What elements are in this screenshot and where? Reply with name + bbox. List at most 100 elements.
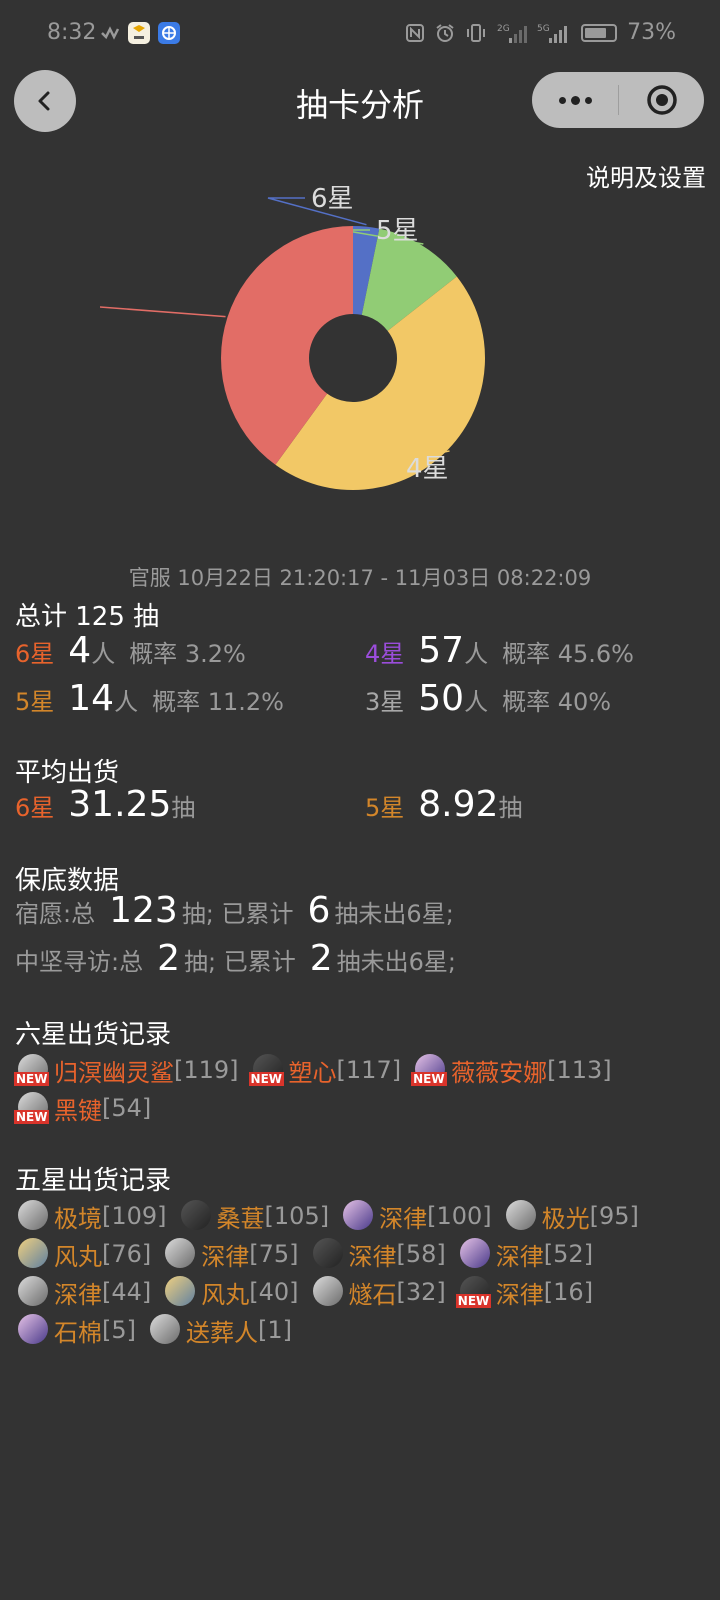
record-item: 桑葚 [105] [177,1200,329,1233]
record-item: 送葬人 [1] [146,1314,292,1347]
five-star-records-list: 极境 [109] 桑葚 [105] 深律 [100] 极光 [95] 风丸 [76] 深律 [75] 深… [14,1200,714,1347]
operator-name: 极光 [541,1204,590,1233]
average-label: 5星 [365,794,405,822]
new-badge: NEW [248,1072,285,1086]
operator-name: 归溟幽灵鲨 [54,1058,174,1087]
settings-link[interactable]: 说明及设置 [586,158,706,193]
pity-suffix: 抽未出6星; [334,900,454,928]
more-button[interactable] [532,95,618,105]
more-dot-icon [570,95,580,105]
nfc-icon [406,23,425,42]
operator-name: 深律 [495,1280,544,1309]
total-title: 总计 125 抽 [15,602,160,632]
average-5star: 5星 8.92抽 [365,784,522,825]
stat-rate: 40% [557,688,612,716]
stat-rate: 45.6% [557,640,634,668]
operator-name: 桑葚 [216,1204,265,1233]
average-value: 31.25 [68,784,172,825]
battery-icon [581,23,618,42]
stat-unit: 人 [464,688,489,716]
avatar-image [505,1200,536,1230]
record-item: 燧石 [32] [309,1276,446,1309]
status-right-icons: 2G 5G 73% [405,20,676,45]
average-value: 8.92 [418,784,499,825]
record-item: 极境 [109] [14,1200,167,1233]
pie-chart: 6星5星4星3星 [100,184,486,491]
operator-name: 风丸 [54,1242,102,1271]
average-6star: 6星 31.25抽 [15,784,195,825]
pity-mid: 抽; 已累计 [181,900,294,928]
operator-avatar [14,1314,52,1346]
operator-avatar [14,1276,52,1308]
five-star-records-title: 五星出货记录 [15,1166,172,1196]
pity-row-limited: 宿愿:总 123 抽; 已累计 6 抽未出6星; [15,890,454,931]
chinese-app-icon [128,22,150,44]
record-item: NEW 塑心 [117] [248,1054,402,1087]
operator-avatar [309,1238,347,1270]
operator-name: 深律 [54,1280,102,1309]
operator-name: 深律 [379,1204,428,1233]
operator-name: 燧石 [348,1280,397,1309]
six-star-records-list: NEW 归溟幽灵鲨 [119] NEW 塑心 [117] NEW 薇薇安娜 [113] NEW 黑键… [14,1054,714,1125]
operator-avatar [177,1200,215,1232]
stat-label: 6星 [15,640,55,668]
pull-count: [44] [102,1278,152,1306]
pull-count: [76] [102,1240,152,1268]
close-mini-program-button[interactable] [619,83,704,117]
pull-count: [100] [427,1202,492,1230]
pity-prefix: 宿愿:总 [15,900,96,928]
pull-count: [16] [543,1278,594,1306]
avatar-image [150,1314,180,1344]
avatar-image [343,1200,374,1230]
operator-avatar [456,1238,494,1270]
battery-percent: 73% [627,20,676,45]
operator-avatar: NEW [14,1092,52,1124]
avatar-image [18,1238,48,1268]
date-range: 官服 10月22日 21:20:17 - 11月03日 08:22:09 [128,566,592,590]
pity-row-standard: 中坚寻访:总 2 抽; 已累计 2 抽未出6星; [15,938,456,979]
new-badge: NEW [411,1072,447,1086]
pity-suffix: 抽未出6星; [336,948,456,976]
pull-count: [119] [174,1056,239,1084]
stat-rate: 11.2% [207,688,284,716]
pity-prefix: 中坚寻访:总 [15,948,144,976]
pity-mid: 抽; 已累计 [184,948,296,976]
battery-fill [585,27,606,38]
pie-label-line-4 [100,306,226,318]
rate-label: 概率 [129,640,178,668]
record-item: NEW 归溟幽灵鲨 [119] [14,1054,239,1087]
stat-label: 3星 [365,688,405,716]
signal-label-2: 5G [537,24,550,34]
stat-unit: 人 [464,640,489,668]
stat-count: 57 [418,630,465,671]
avatar-image [18,1200,48,1230]
record-item: 深律 [58] [309,1238,446,1271]
status-time: 8:32 [47,20,97,45]
operator-avatar [309,1276,347,1308]
pie-label-3: 4星 [406,454,449,484]
pull-count: [117] [336,1056,402,1084]
stat-6star: 6星 4人 概率 3.2% [15,630,246,671]
new-badge: NEW [455,1294,492,1308]
pull-count: [52] [543,1240,594,1268]
record-item: NEW 黑键 [54] [14,1092,151,1125]
avatar-image [180,1200,211,1230]
stat-rate: 3.2% [184,640,246,668]
record-item: 深律 [100] [339,1200,492,1233]
six-star-records-title: 六星出货记录 [15,1020,172,1050]
record-item: NEW 薇薇安娜 [113] [411,1054,612,1087]
operator-avatar: NEW [455,1276,494,1308]
operator-avatar [146,1314,184,1346]
stat-count: 50 [418,678,465,719]
operator-avatar [161,1238,199,1270]
pull-count: [113] [547,1056,612,1084]
avatar-image [312,1276,343,1306]
stat-5star: 5星 14人 概率 11.2% [15,678,284,719]
mini-program-capsule [532,72,704,128]
pull-count: [40] [249,1278,299,1306]
average-unit: 抽 [171,794,196,822]
stat-label: 4星 [365,640,405,668]
signal-label-1: 2G [497,24,510,34]
operator-avatar: NEW [248,1054,287,1086]
record-item: 深律 [75] [161,1238,299,1271]
